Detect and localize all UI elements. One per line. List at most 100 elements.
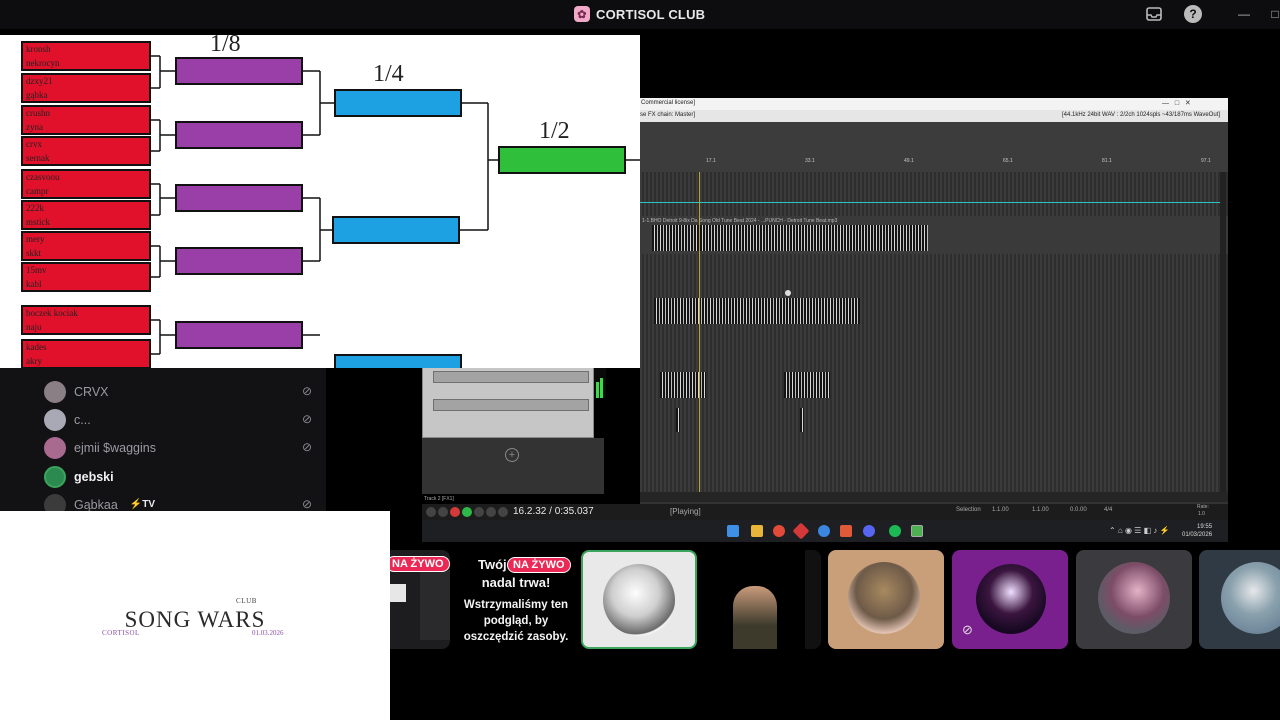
daw-audio-info: [44.1kHz 24bit WAV : 2/2ch 1024spls ~43/… [1062,112,1221,118]
inbox-icon[interactable] [1145,5,1163,23]
minimize-button[interactable]: — [1235,5,1253,23]
voice-member-0[interactable]: CRVX ⊘ [44,380,314,404]
video-tile-pink[interactable] [1076,550,1192,649]
audio-clip-1[interactable] [652,225,928,251]
bracket-player: skkt [26,248,42,258]
taskbar-clock[interactable]: 19:55 01/03/2026 [1182,523,1212,539]
clock-time: 19:55 [1197,524,1213,530]
brave-icon[interactable] [840,525,852,537]
transport-record-button[interactable] [450,507,460,517]
audio-clip-2[interactable] [654,298,860,324]
transport-start-button[interactable] [426,507,436,517]
camera-person [733,586,777,649]
voice-member-name: c... [74,413,91,428]
transport-play-button[interactable] [462,507,472,517]
bracket-player: naju [26,322,42,332]
voice-member-3[interactable]: gebski [44,465,314,489]
chrome-icon[interactable] [773,525,785,537]
rate-value[interactable]: 1.0 [1198,511,1205,517]
purple-avatar [976,564,1046,634]
video-tile-dog[interactable] [828,550,944,649]
bracket-player: campr [26,186,49,196]
mic-muted-icon: ⊘ [301,440,312,455]
help-icon[interactable]: ? [1184,5,1202,23]
maximize-button[interactable]: □ [1266,5,1280,23]
bracket-match-r4 [334,354,462,368]
app-title: ✿ CORTISOL CLUB [574,6,705,22]
voice-member-avatar [44,409,66,432]
live-badge-2: NA ŻYWO [507,557,571,573]
screen: ✿ CORTISOL CLUB ? — □ Commercial license… [0,0,1280,720]
playhead[interactable] [699,172,700,494]
track-label: Track 2 [FX1] [424,496,454,502]
time-signature[interactable]: 4/4 [1104,507,1112,513]
ruler-mark: 97.1 [1201,158,1211,164]
edge-icon[interactable] [818,525,830,537]
voice-member-avatar [44,465,66,488]
bracket-match-r8 [175,184,303,212]
ruler-mark: 49.1 [904,158,914,164]
bracket-player: mery [26,234,45,244]
round-label-1-8: 1/8 [210,35,241,57]
transport-status: [Playing] [670,507,701,516]
app-title-text: CORTISOL CLUB [596,6,706,22]
bracket-player: kades [26,342,47,352]
app-red-icon[interactable] [792,522,810,540]
selection-length[interactable]: 0.0.00 [1070,507,1087,513]
video-tile-beach[interactable] [1199,550,1280,649]
voice-channel-members: CRVX ⊘ c... ⊘ ejmii $waggins ⊘ gebski Gąbkaa ⚡TV… [0,368,326,516]
bracket-player: crvx [26,139,42,149]
app-logo-icon: ✿ [574,6,590,22]
mic-muted-icon: ⊘ [301,384,312,398]
voice-member-name: CRVX [74,385,109,399]
voice-member-name: gebski [74,469,114,484]
voice-member-2[interactable]: ejmii $waggins ⊘ [44,436,314,460]
audio-clip-5[interactable] [676,408,680,432]
mic-muted-icon: ⊘ [301,496,312,511]
video-tile-paused[interactable]: Twój NA ŻYWO nadal trwa! Wstrzymaliśmy t… [458,550,574,649]
file-explorer-icon[interactable] [751,525,763,537]
bracket-player: nekrocyn [26,58,60,68]
spotify-icon[interactable] [889,525,901,537]
bracket-match-r8 [175,121,303,149]
bracket-match-r8 [175,247,303,275]
paused-title: Twój [478,557,507,572]
voice-member-name: ejmii $waggins [74,441,156,456]
windows-start-icon[interactable] [727,525,739,537]
tray-icons[interactable]: ⌃ ⌂ ◉ ☰ ◧ ♪ ⚡ [1109,526,1170,535]
bracket-player: boczek kociak [26,308,78,318]
daw-transport: Track 2 [FX1] 16.2.32 / 0:35.037 [Playin… [422,496,1228,520]
pink-avatar [1098,562,1170,634]
bracket-player: crushn [26,108,50,118]
bracket-player: sernak [26,153,50,163]
voice-member-name: Gąbkaa [74,497,118,512]
tile-mic-muted-icon: ⊘ [962,622,973,637]
audio-clip-6[interactable] [800,408,804,432]
transport-pause-button[interactable] [474,507,484,517]
video-tile-camera[interactable] [705,550,821,649]
round-label-1-4: 1/4 [373,61,404,87]
dog-avatar [848,562,920,634]
selection-start[interactable]: 1.1.00 [992,507,1009,513]
bracket-player: zyna [26,122,43,132]
transport-end-button[interactable] [498,507,508,517]
bracket-player: kabl [26,279,42,289]
song-wars-date: 01.03.2026 [252,629,284,637]
selection-end[interactable]: 1.1.00 [1032,507,1049,513]
daw-fx-chain: se FX chain: Master] [640,112,696,118]
add-track-button[interactable]: + [505,448,519,462]
bracket-player: 222k [26,203,45,213]
transport-stop-button[interactable] [486,507,496,517]
audio-clip-4[interactable] [784,372,830,398]
discord-icon[interactable] [863,525,875,537]
transport-back-button[interactable] [438,507,448,517]
ruler-mark: 81.1 [1102,158,1112,164]
live-badge-1: NA ŻYWO [390,556,450,572]
video-tile-tiger[interactable] [581,550,697,649]
daw-track-panel[interactable] [422,364,594,438]
video-tile-purple[interactable]: ⊘ [952,550,1068,649]
daw-window-controls[interactable]: — □ ✕ [1162,99,1191,107]
game-app-icon[interactable] [911,525,923,537]
video-tile-partial[interactable]: NA ŻYWO [390,550,450,649]
voice-member-1[interactable]: c... ⊘ [44,408,314,432]
